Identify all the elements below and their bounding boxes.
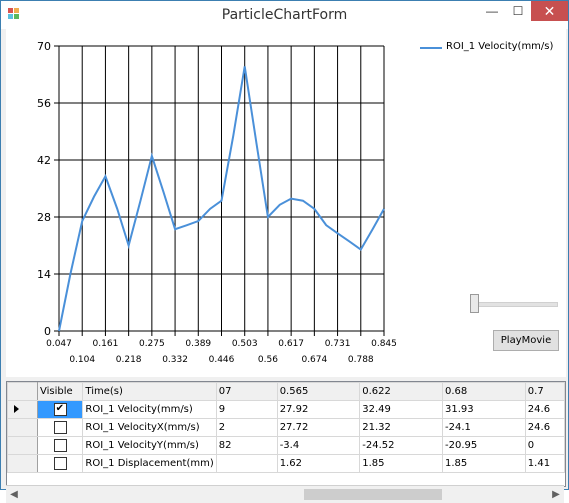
scroll-right-arrow-icon[interactable]: ▶ — [548, 486, 564, 503]
frame-slider[interactable] — [468, 294, 558, 314]
value-cell[interactable]: 1.62 — [276, 454, 361, 473]
row-header[interactable] — [7, 418, 38, 437]
current-row-arrow-icon — [14, 405, 19, 413]
value-cell[interactable]: 1.85 — [442, 454, 526, 473]
table-row[interactable]: ROI_1 Displacement(mm) 1.62 1.85 1.85 1.41 — [7, 454, 565, 473]
table-row[interactable]: ✔ ROI_1 Velocity(mm/s) 9 27.92 32.49 31.93 24.… — [7, 400, 565, 419]
value-cell[interactable]: 27.72 — [276, 418, 361, 437]
y-tick-label: 0 — [44, 325, 51, 338]
visible-cell[interactable] — [36, 418, 84, 437]
value-cell[interactable]: 9 — [215, 400, 278, 419]
value-cell[interactable]: 31.93 — [442, 400, 526, 419]
title-bar: ParticleChartForm — ☐ ✕ — [1, 1, 568, 29]
value-cell[interactable]: -20.95 — [442, 436, 526, 455]
series-label-cell[interactable]: ROI_1 Displacement(mm) — [82, 454, 217, 473]
y-tick-label: 70 — [37, 40, 51, 53]
check-icon: ✔ — [55, 403, 65, 414]
series-label-cell[interactable]: ROI_1 Velocity(mm/s) — [82, 400, 217, 419]
visible-cell[interactable] — [36, 436, 84, 455]
y-tick-label: 28 — [37, 211, 51, 224]
value-cell[interactable]: -24.52 — [359, 436, 444, 455]
value-cell[interactable]: 24.6 — [524, 400, 565, 419]
client-area: 0 14 28 42 56 70 0.047 0.161 0.275 0.389 0.503 0.61… — [2, 29, 567, 503]
header-col[interactable]: 07 — [215, 382, 278, 401]
scroll-thumb[interactable] — [304, 489, 442, 500]
x-tick-label: 0.161 — [93, 339, 119, 349]
header-col[interactable]: 0.7 — [524, 382, 565, 401]
row-header[interactable] — [7, 400, 38, 419]
slider-track — [470, 302, 558, 307]
row-header[interactable] — [7, 454, 38, 473]
value-cell[interactable]: 82 — [215, 436, 278, 455]
grid-corner — [7, 382, 38, 401]
header-visible[interactable]: Visible — [36, 382, 84, 401]
close-button[interactable]: ✕ — [531, 1, 568, 21]
value-cell[interactable]: 21.32 — [359, 418, 444, 437]
header-col[interactable]: 0.68 — [442, 382, 526, 401]
horizontal-scrollbar[interactable]: ◀ ▶ — [6, 485, 564, 503]
x-tick-label: 0.617 — [278, 339, 304, 349]
x-tick-label: 0.332 — [162, 355, 188, 365]
value-cell[interactable] — [215, 454, 278, 473]
x-tick-label: 0.389 — [185, 339, 211, 349]
x-tick-label: 0.275 — [139, 339, 165, 349]
header-col[interactable]: 0.565 — [276, 382, 361, 401]
velocity-chart: 0 14 28 42 56 70 0.047 0.161 0.275 0.389 0.503 0.61… — [37, 40, 397, 365]
x-tick-label: 0.674 — [301, 355, 327, 365]
series-label-cell[interactable]: ROI_1 VelocityY(mm/s) — [82, 436, 217, 455]
x-tick-label: 0.446 — [209, 355, 235, 365]
value-cell[interactable]: 27.92 — [276, 400, 361, 419]
x-tick-label: 0.047 — [46, 339, 72, 349]
y-tick-label: 14 — [37, 268, 51, 281]
visible-checkbox[interactable] — [53, 457, 67, 470]
legend-swatch — [420, 47, 442, 49]
data-grid[interactable]: Visible Time(s) 07 0.565 0.622 0.68 0.7 … — [6, 381, 566, 487]
value-cell[interactable]: -3.4 — [276, 436, 361, 455]
visible-checkbox[interactable] — [53, 421, 67, 434]
value-cell[interactable]: -24.1 — [442, 418, 526, 437]
visible-cell[interactable] — [36, 454, 84, 473]
slider-thumb[interactable] — [470, 294, 479, 313]
x-tick-label: 0.503 — [232, 339, 258, 349]
x-tick-label: 0.56 — [258, 355, 278, 365]
minimize-button[interactable]: — — [479, 1, 505, 21]
particle-chart-window: ParticleChartForm — ☐ ✕ 0 14 28 42 56 70 0.047… — [0, 0, 569, 503]
chart-area: 0 14 28 42 56 70 0.047 0.161 0.275 0.389 0.503 0.61… — [6, 29, 566, 377]
value-cell[interactable]: 0 — [524, 436, 565, 455]
grid-header-row: Visible Time(s) 07 0.565 0.622 0.68 0.7 — [7, 382, 565, 401]
x-tick-label: 0.218 — [116, 355, 142, 365]
x-tick-label: 0.104 — [69, 355, 95, 365]
table-row[interactable]: ROI_1 VelocityY(mm/s) 82 -3.4 -24.52 -20.95 0 — [7, 436, 565, 455]
play-movie-button[interactable]: PlayMovie — [493, 330, 559, 351]
y-tick-label: 56 — [37, 97, 51, 110]
x-tick-label: 0.731 — [325, 339, 351, 349]
series-label-cell[interactable]: ROI_1 VelocityX(mm/s) — [82, 418, 217, 437]
x-tick-label: 0.845 — [371, 339, 397, 349]
x-tick-label: 0.788 — [348, 355, 374, 365]
visible-checkbox[interactable] — [53, 439, 67, 452]
value-cell[interactable]: 2 — [215, 418, 278, 437]
visible-cell[interactable]: ✔ — [36, 400, 84, 419]
maximize-button[interactable]: ☐ — [505, 1, 531, 21]
scroll-left-arrow-icon[interactable]: ◀ — [6, 486, 22, 503]
y-tick-label: 42 — [37, 154, 51, 167]
value-cell[interactable]: 1.41 — [524, 454, 565, 473]
visible-checkbox[interactable]: ✔ — [53, 403, 67, 416]
header-col[interactable]: 0.622 — [359, 382, 444, 401]
value-cell[interactable]: 32.49 — [359, 400, 444, 419]
legend-label: ROI_1 Velocity(mm/s) — [446, 41, 554, 52]
header-time[interactable]: Time(s) — [82, 382, 217, 401]
row-header[interactable] — [7, 436, 38, 455]
table-row[interactable]: ROI_1 VelocityX(mm/s) 2 27.72 21.32 -24.1 24.… — [7, 418, 565, 437]
value-cell[interactable]: 24.6 — [524, 418, 565, 437]
data-grid-table: Visible Time(s) 07 0.565 0.622 0.68 0.7 … — [7, 382, 565, 473]
value-cell[interactable]: 1.85 — [359, 454, 444, 473]
